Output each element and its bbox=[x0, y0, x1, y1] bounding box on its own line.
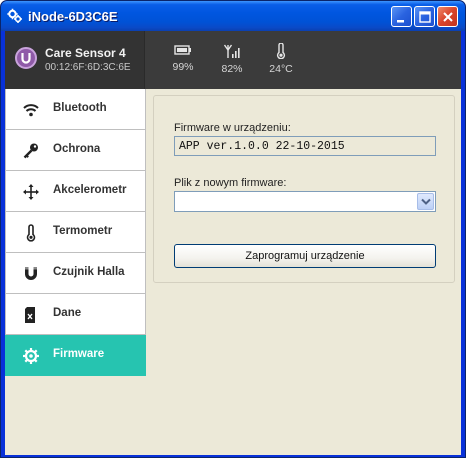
thermometer-icon bbox=[26, 224, 36, 242]
magnet-icon bbox=[25, 267, 37, 280]
move-arrows-icon bbox=[23, 184, 39, 200]
sidebar-item-label: Akcelerometr bbox=[53, 184, 127, 196]
sidebar-item-dane[interactable]: Dane bbox=[5, 294, 146, 335]
program-device-button[interactable]: Zaprogramuj urządzenie bbox=[174, 244, 436, 268]
sidebar-item-akcelerometr[interactable]: Akcelerometr bbox=[5, 171, 146, 212]
app-window: iNode-6D3C6E Care Sensor 4 00:12:6F:6D:3… bbox=[0, 0, 466, 458]
sidebar-item-label: Firmware bbox=[53, 348, 105, 360]
key-icon bbox=[23, 143, 38, 159]
sidebar-item-label: Bluetooth bbox=[53, 102, 107, 114]
sidebar: Bluetooth Ochrona Akcelerometr Termometr… bbox=[5, 89, 147, 455]
minimize-button[interactable] bbox=[391, 6, 412, 27]
firmware-panel: Firmware w urządzeniu: APP ver.1.0.0 22-… bbox=[153, 95, 455, 283]
close-button[interactable] bbox=[437, 6, 458, 27]
chevron-down-icon bbox=[421, 198, 431, 205]
sidebar-item-label: Termometr bbox=[53, 225, 113, 237]
device-mac: 00:12:6F:6D:3C:6E bbox=[45, 62, 131, 73]
sidebar-item-czujnik-halla[interactable]: Czujnik Halla bbox=[5, 253, 146, 294]
wifi-icon bbox=[23, 104, 39, 117]
signal-value: 82% bbox=[221, 63, 243, 75]
gear-icon bbox=[23, 348, 39, 364]
device-name: Care Sensor 4 bbox=[45, 46, 126, 60]
maximize-icon bbox=[419, 11, 431, 23]
sidebar-item-label: Czujnik Halla bbox=[53, 266, 125, 278]
title-bar[interactable]: iNode-6D3C6E bbox=[1, 1, 465, 31]
sd-card-icon bbox=[25, 307, 35, 323]
client-area: Care Sensor 4 00:12:6F:6D:3C:6E 99% 82% … bbox=[5, 31, 461, 455]
minimize-icon bbox=[397, 20, 404, 23]
battery-icon bbox=[174, 45, 191, 55]
sidebar-item-ochrona[interactable]: Ochrona bbox=[5, 130, 146, 171]
sidebar-item-firmware[interactable]: Firmware bbox=[5, 335, 146, 376]
sidebar-item-label: Dane bbox=[53, 307, 82, 319]
signal-antenna-icon bbox=[223, 44, 240, 58]
current-firmware-label: Firmware w urządzeniu: bbox=[174, 122, 291, 134]
sidebar-item-bluetooth[interactable]: Bluetooth bbox=[5, 89, 146, 130]
device-header: Care Sensor 4 00:12:6F:6D:3C:6E 99% 82% … bbox=[5, 31, 461, 89]
gears-icon bbox=[7, 8, 22, 23]
window-title: iNode-6D3C6E bbox=[28, 9, 118, 24]
new-firmware-file-label: Plik z nowym firmware: bbox=[174, 177, 287, 189]
device-logo-icon bbox=[15, 47, 37, 69]
battery-value: 99% bbox=[172, 61, 194, 73]
temperature-value: 24°C bbox=[269, 63, 293, 75]
dropdown-button[interactable] bbox=[417, 193, 434, 210]
signal-status: 82% bbox=[212, 43, 252, 83]
battery-status: 99% bbox=[163, 43, 203, 83]
current-firmware-field: APP ver.1.0.0 22-10-2015 bbox=[174, 136, 436, 156]
device-info: Care Sensor 4 00:12:6F:6D:3C:6E bbox=[5, 31, 145, 89]
close-icon bbox=[443, 12, 453, 22]
sidebar-item-label: Ochrona bbox=[53, 143, 101, 155]
firmware-file-select[interactable] bbox=[174, 191, 436, 212]
sidebar-item-termometr[interactable]: Termometr bbox=[5, 212, 146, 253]
thermometer-icon bbox=[276, 43, 286, 59]
maximize-button[interactable] bbox=[414, 6, 435, 27]
temperature-status: 24°C bbox=[261, 43, 301, 83]
